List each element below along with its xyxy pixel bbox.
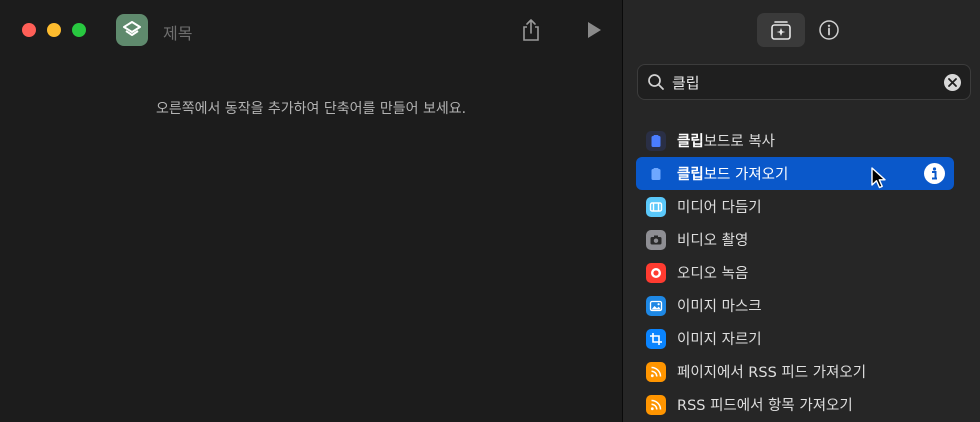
share-icon xyxy=(523,19,539,41)
action-label: 오디오 녹음 xyxy=(677,262,748,283)
clipboard-icon xyxy=(646,131,666,151)
tab-details[interactable] xyxy=(812,13,846,47)
shortcut-title[interactable]: 제목 xyxy=(163,20,192,44)
close-window-button[interactable] xyxy=(22,23,36,37)
play-icon xyxy=(588,22,601,38)
action-item[interactable]: 미디어 다듬기 xyxy=(636,190,954,223)
editor-pane: 제목 오른쪽에서 동작을 추가하여 단축어를 만들어 보세요. xyxy=(0,0,622,422)
crop-icon xyxy=(646,329,666,349)
action-label: 이미지 마스크 xyxy=(677,295,762,316)
action-item[interactable]: 클립보드 가져오기 xyxy=(636,157,954,190)
share-button[interactable] xyxy=(518,17,544,43)
action-label: 미디어 다듬기 xyxy=(677,196,762,217)
search-match-text: 클립 xyxy=(677,134,704,150)
action-label: 이미지 자르기 xyxy=(677,328,762,349)
search-input[interactable] xyxy=(672,71,942,93)
action-label: 페이지에서 RSS 피드 가져오기 xyxy=(677,361,866,382)
info-icon xyxy=(932,167,937,180)
action-item[interactable]: 이미지 자르기 xyxy=(636,322,954,355)
action-label: 비디오 촬영 xyxy=(677,229,748,250)
action-item[interactable]: 오디오 녹음 xyxy=(636,256,954,289)
action-label-text: RSS 피드에서 항목 가져오기 xyxy=(677,398,853,414)
action-label-text: 비디오 촬영 xyxy=(677,233,749,249)
mouse-pointer-icon xyxy=(871,167,886,189)
trim-media-icon xyxy=(646,197,666,217)
info-icon xyxy=(819,20,839,40)
shortcuts-layers-icon xyxy=(123,21,141,36)
photo-icon xyxy=(646,296,666,316)
run-button[interactable] xyxy=(582,18,606,42)
library-sparkle-icon xyxy=(771,21,791,40)
action-label-text: 이미지 자르기 xyxy=(677,332,762,348)
minimize-window-button[interactable] xyxy=(47,23,61,37)
camera-icon xyxy=(646,230,666,250)
action-item[interactable]: 페이지에서 RSS 피드 가져오기 xyxy=(636,355,954,388)
action-label-text: 페이지에서 RSS 피드 가져오기 xyxy=(677,365,867,381)
action-label-text: 보드 가져오기 xyxy=(703,167,789,183)
action-search-field[interactable] xyxy=(637,64,971,100)
clear-search-button[interactable] xyxy=(944,74,961,91)
rss-icon xyxy=(646,395,666,415)
action-info-button[interactable] xyxy=(924,163,945,184)
tab-action-library[interactable] xyxy=(757,13,805,47)
action-label: 클립보드 가져오기 xyxy=(677,163,788,184)
action-label: RSS 피드에서 항목 가져오기 xyxy=(677,394,853,415)
action-label-text: 미디어 다듬기 xyxy=(677,200,762,216)
action-item[interactable]: RSS 피드에서 항목 가져오기 xyxy=(636,388,954,421)
action-list: 클립보드로 복사 클립보드 가져오기 미디어 다듬기 비디오 촬영 오디오 녹음 이미지 … xyxy=(636,124,954,421)
search-match-text: 클립 xyxy=(677,167,704,183)
action-item[interactable]: 클립보드로 복사 xyxy=(636,124,954,157)
action-label: 클립보드로 복사 xyxy=(677,130,775,151)
search-icon xyxy=(648,74,664,90)
zoom-window-button[interactable] xyxy=(72,23,86,37)
clipboard-icon xyxy=(646,164,666,184)
record-icon xyxy=(646,263,666,283)
action-item[interactable]: 비디오 촬영 xyxy=(636,223,954,256)
action-label-text: 보드로 복사 xyxy=(703,134,775,150)
shortcut-icon[interactable] xyxy=(116,14,148,46)
empty-editor-message: 오른쪽에서 동작을 추가하여 단축어를 만들어 보세요. xyxy=(155,101,467,117)
close-icon xyxy=(948,78,957,87)
rss-icon xyxy=(646,362,666,382)
action-label-text: 오디오 녹음 xyxy=(677,266,749,282)
action-label-text: 이미지 마스크 xyxy=(677,299,762,315)
action-item[interactable]: 이미지 마스크 xyxy=(636,289,954,322)
